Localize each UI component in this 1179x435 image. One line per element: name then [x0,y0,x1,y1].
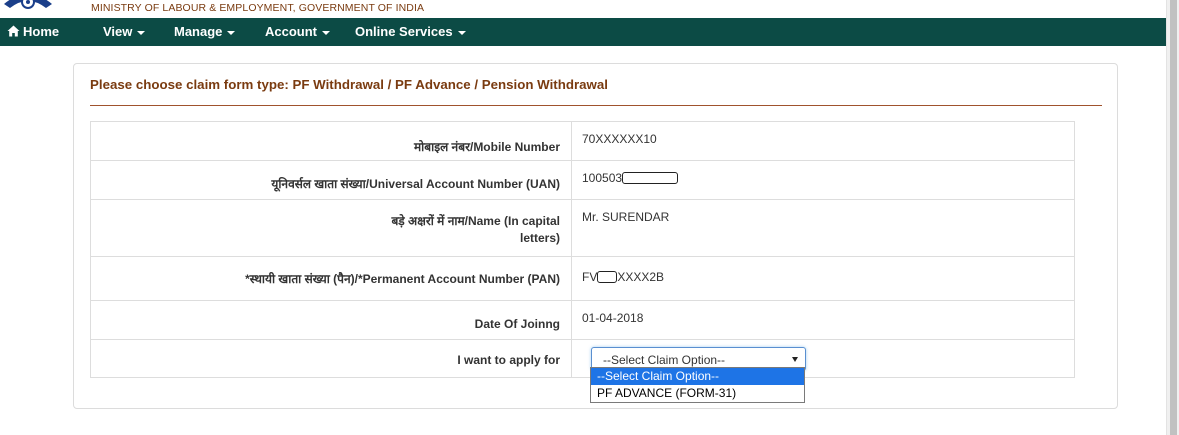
nav-online-services-label: Online Services [355,24,453,39]
label-cell: I want to apply for [91,340,572,377]
nav-home[interactable]: Home [7,18,59,46]
uan-value: 100503 [582,171,679,185]
pan-value-suffix: XXXX2B [617,270,665,284]
apply-for-label: I want to apply for [457,353,560,367]
doj-label: Date Of Joinng [474,317,560,331]
redaction-mask [597,271,618,283]
panel-title: Please choose claim form type: PF Withdr… [90,77,608,92]
claim-form-panel: Please choose claim form type: PF Withdr… [73,63,1118,409]
nav-online-services[interactable]: Online Services [355,18,466,46]
nav-home-label: Home [23,24,60,39]
table-row: Date Of Joinng 01-04-2018 [91,301,1074,340]
pan-value: FV XXXX2B [582,270,664,284]
table-row: I want to apply for --Select Claim Optio… [91,340,1074,377]
caret-down-icon [137,30,146,35]
panel-heading: Please choose claim form type: PF Withdr… [90,64,1102,106]
table-row: मोबाइल नंबर/Mobile Number 70XXXXXX10 [91,122,1074,161]
claim-option-placeholder[interactable]: --Select Claim Option-- [591,368,804,385]
main-navbar: Home View Manage Account Online Services [0,18,1166,46]
nav-account-label: Account [265,24,317,39]
home-icon [7,25,20,37]
name-value: Mr. SURENDAR [582,210,670,224]
mobile-label: मोबाइल नंबर/Mobile Number [413,140,560,154]
uan-label: यूनिवर्सल खाता संख्या/Universal Account … [271,177,560,191]
label-cell: बड़े अक्षरों में नाम/Name (In capital le… [91,200,572,256]
table-row: यूनिवर्सल खाता संख्या/Universal Account … [91,161,1074,200]
label-cell: यूनिवर्सल खाता संख्या/Universal Account … [91,161,572,199]
member-details-table: मोबाइल नंबर/Mobile Number 70XXXXXX10 यून… [90,121,1075,378]
page-scrollbar[interactable] [1166,0,1179,435]
nav-manage[interactable]: Manage [174,18,236,46]
nav-view[interactable]: View [103,18,146,46]
scrollbar-thumb[interactable] [1170,0,1177,435]
table-row: *स्थायी खाता संख्या (पैन)/*Permanent Acc… [91,257,1074,301]
uan-value-prefix: 100503 [582,171,623,185]
emblem-logo-icon [4,0,52,9]
ministry-name: MINISTRY OF LABOUR & EMPLOYMENT, GOVERNM… [91,2,425,14]
caret-down-icon [457,30,466,35]
pan-value-prefix: FV [582,270,598,284]
pan-label: *स्थायी खाता संख्या (पैन)/*Permanent Acc… [245,272,560,286]
brand-header: MINISTRY OF LABOUR & EMPLOYMENT, GOVERNM… [0,0,1166,18]
claim-option-pf-advance[interactable]: PF ADVANCE (FORM-31) [591,385,804,402]
redaction-mask [622,172,679,184]
name-label: बड़े अक्षरों में नाम/Name (In capital le… [391,214,560,245]
caret-down-icon [227,30,236,35]
label-cell: मोबाइल नंबर/Mobile Number [91,122,572,160]
doj-value: 01-04-2018 [582,311,644,325]
claim-option-selected: --Select Claim Option-- [603,353,726,367]
label-cell: Date Of Joinng [91,301,572,339]
caret-down-icon [322,30,330,35]
mobile-value: 70XXXXXX10 [582,132,657,146]
nav-view-label: View [103,24,133,39]
nav-manage-label: Manage [174,24,223,39]
label-cell: *स्थायी खाता संख्या (पैन)/*Permanent Acc… [91,257,572,300]
table-row: बड़े अक्षरों में नाम/Name (In capital le… [91,200,1074,257]
nav-account[interactable]: Account [265,18,330,46]
claim-option-dropdown: --Select Claim Option-- PF ADVANCE (FORM… [590,367,805,403]
dropdown-arrow-icon [792,357,798,362]
